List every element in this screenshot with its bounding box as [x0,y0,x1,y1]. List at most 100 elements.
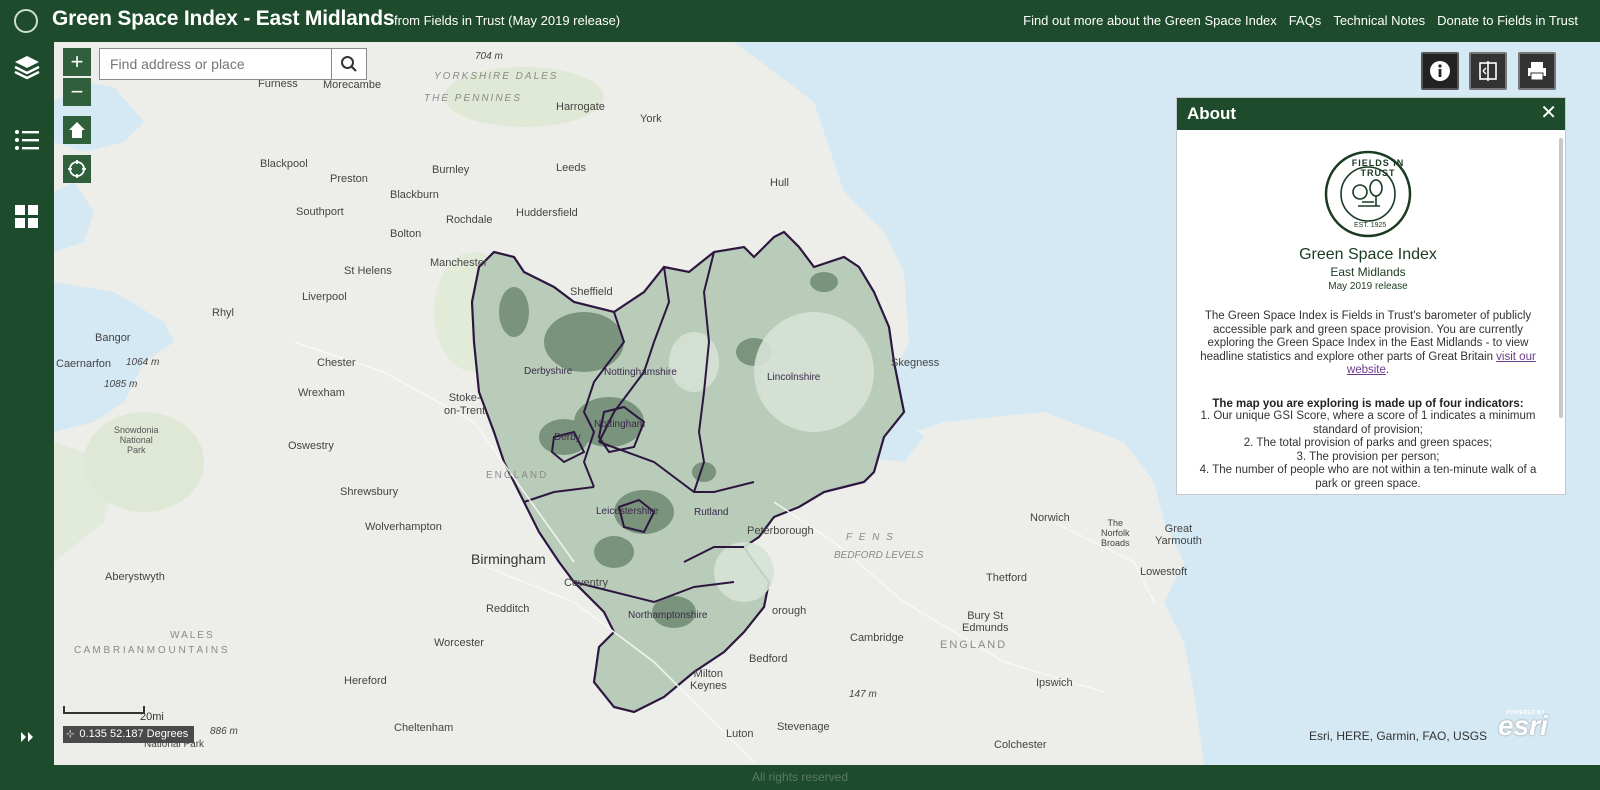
map-label-bedford-levels: BEDFORD LEVELS [834,550,924,561]
map-label-harrogate: Harrogate [556,101,605,113]
coordinate-text: 0.135 52.187 Degrees [79,728,189,740]
map-label-caernarfon: Caernarfon [56,358,112,370]
map-label-peterborough: Peterborough [747,525,814,537]
search-box [99,48,367,80]
map-label-st-helens: St Helens [344,265,392,277]
map-label-york: York [640,113,662,125]
search-icon [341,56,357,72]
about-panel-title: About [1187,104,1237,123]
about-description: The Green Space Index is Fields in Trust… [1200,310,1536,377]
map-label-wolverhampton: Wolverhampton [365,521,442,533]
map-label-coventry: Coventry [564,577,609,589]
swipe-compare-button[interactable] [1469,52,1507,90]
map-label-aberystwyth: Aberystwyth [105,571,165,583]
about-panel: About ✕ FIELDS IN TRUST EST. 1925 Green … [1176,97,1566,495]
left-sidebar [0,42,54,775]
indicator-item: 3. The provision per person; [1296,450,1440,463]
layers-icon[interactable] [11,51,43,83]
map-label-blackburn: Blackburn [390,189,439,201]
map-label-milton-keynes: Milton Keynes [690,668,727,692]
map-label-chester: Chester [317,357,356,369]
esri-logo: POWERED BY esri [1498,710,1560,742]
scale-label: 20mi [140,711,164,723]
home-icon [69,122,85,138]
map-label-bangor: Bangor [95,332,131,344]
county-label-nottinghamshire: Nottinghamshire [604,367,677,378]
map-label-yorkshire-dales: YORKSHIRE DALES [434,71,559,82]
search-input[interactable] [100,49,352,79]
print-button[interactable] [1518,52,1556,90]
map-label-fens: F E N S [846,532,895,543]
map-label-orough: orough [772,605,807,617]
about-scrollbar[interactable] [1559,138,1563,418]
home-button[interactable] [63,116,91,144]
map-label-sheffield: Sheffield [570,286,613,298]
map-label-oswestry: Oswestry [288,440,334,452]
county-label-nottingham: Nottingham [594,419,646,430]
map-label-manchester: Manchester [430,257,488,269]
map-label-great-yarmouth: Great Yarmouth [1155,523,1202,547]
print-icon [1528,62,1546,81]
about-panel-header: About ✕ [1177,98,1565,130]
legend-list-icon[interactable] [11,124,43,156]
map-label-bury-st-edmunds: Bury St Edmunds [962,610,1009,634]
county-label-derby: Derby [554,432,581,443]
app-footer: All rights reserved [0,765,1600,790]
expand-sidebar-icon[interactable] [18,728,36,746]
indicator-item: 2. The total provision of parks and gree… [1243,437,1493,450]
powered-by-text: POWERED BY [1506,710,1546,716]
about-panel-body: FIELDS IN TRUST EST. 1925 Green Space In… [1177,130,1559,494]
about-toggle-button[interactable] [1421,52,1459,90]
county-label-derbyshire: Derbyshire [524,366,573,377]
zoom-out-button[interactable]: − [63,78,91,106]
link-technical-notes[interactable]: Technical Notes [1333,13,1425,28]
link-find-out-more[interactable]: Find out more about the Green Space Inde… [1023,13,1277,28]
map-label-wrexham: Wrexham [298,387,345,399]
map-label-shrewsbury: Shrewsbury [340,486,399,498]
map-label-england-east: ENGLAND [940,639,1008,651]
link-faqs[interactable]: FAQs [1289,13,1322,28]
map-label-preston: Preston [330,173,368,185]
description-text: The Green Space Index is Fields in Trust… [1200,310,1532,363]
map-label-burnley: Burnley [432,164,470,176]
link-donate[interactable]: Donate to Fields in Trust [1437,13,1578,28]
map-label-hull: Hull [770,177,789,189]
map-label-stoke: Stoke- on-Trent [444,392,486,417]
map-label-morecambe: Morecambe [323,79,382,91]
locate-button[interactable] [63,155,91,183]
close-icon[interactable]: ✕ [1540,102,1557,124]
map-label-southport: Southport [296,206,344,218]
indicators-heading: The map you are exploring is made up of … [1212,397,1524,410]
map-label-birmingham: Birmingham [471,551,546,567]
header-links: Find out more about the Green Space Inde… [1011,13,1578,28]
county-label-rutland: Rutland [694,507,729,518]
county-label-northamptonshire: Northamptonshire [628,610,708,621]
map-label-elevation-1085: 1085 m [104,379,138,390]
map-label-cambridge: Cambridge [850,632,904,644]
map-view[interactable]: Furness Morecambe 704 m YORKSHIRE DALES … [54,42,1600,765]
map-label-liverpool: Liverpool [302,291,347,303]
map-label-cheltenham: Cheltenham [394,722,454,734]
index-title: Green Space Index [1299,246,1437,263]
fields-in-trust-logo: FIELDS IN TRUST EST. 1925 [1324,150,1412,238]
search-button[interactable] [331,49,366,79]
map-label-elevation-147: 147 m [849,689,877,700]
info-icon [1430,61,1450,81]
indicator-item: 1. Our unique GSI Score, where a score o… [1200,409,1536,436]
app-title: Green Space Index - East Midlands [52,7,395,30]
app-header: Green Space Index - East Midlands from F… [0,0,1600,42]
map-label-hereford: Hereford [344,675,387,687]
map-label-thetford: Thetford [986,572,1027,584]
map-label-norfolk-broads: The Norfolk Broads [1101,518,1130,548]
map-label-rochdale: Rochdale [446,214,493,226]
map-label-bolton: Bolton [390,228,422,240]
map-label-england-west: ENGLAND [486,470,549,481]
map-label-skegness: Skegness [891,357,940,369]
map-label-blackpool: Blackpool [260,158,308,170]
zoom-in-button[interactable]: + [63,48,91,76]
index-release: May 2019 release [1328,281,1408,292]
map-label-wales: WALES [170,630,215,641]
index-region: East Midlands [1330,265,1406,279]
coordinate-readout[interactable]: ⊹ 0.135 52.187 Degrees [63,726,195,743]
apps-grid-icon[interactable] [11,200,43,232]
